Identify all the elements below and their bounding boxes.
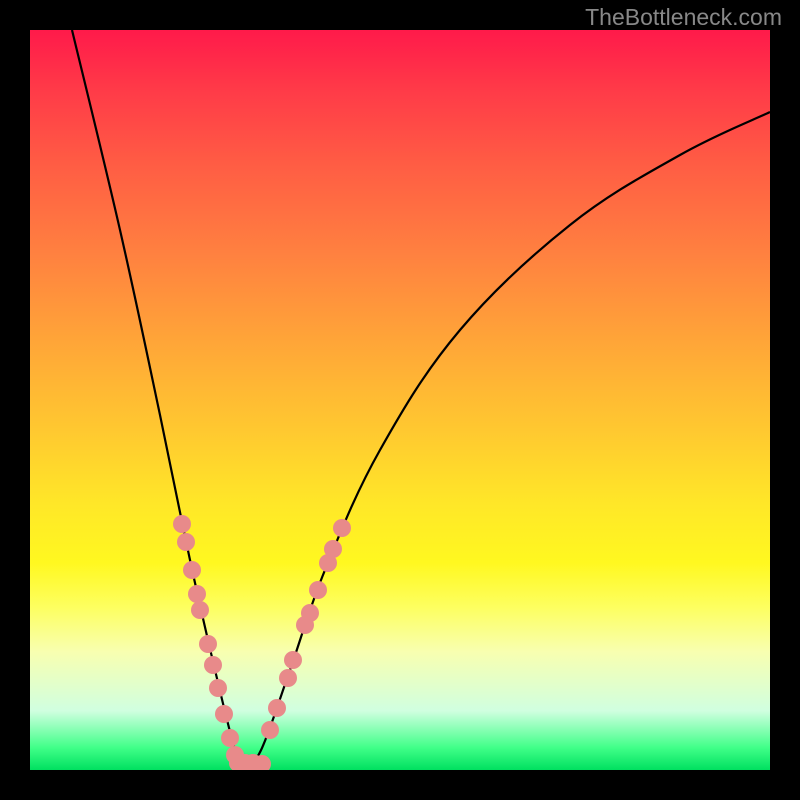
data-marker <box>191 601 209 619</box>
bottleneck-curve <box>30 30 770 770</box>
watermark-text: TheBottleneck.com <box>585 4 782 31</box>
data-marker <box>183 561 201 579</box>
data-marker <box>199 635 217 653</box>
data-marker <box>333 519 351 537</box>
data-marker <box>261 721 279 739</box>
data-marker <box>204 656 222 674</box>
data-marker <box>188 585 206 603</box>
data-marker <box>177 533 195 551</box>
data-marker <box>324 540 342 558</box>
data-marker <box>279 669 297 687</box>
data-marker <box>215 705 233 723</box>
data-marker <box>173 515 191 533</box>
data-marker <box>284 651 302 669</box>
data-marker <box>309 581 327 599</box>
data-marker <box>301 604 319 622</box>
data-marker <box>268 699 286 717</box>
data-marker <box>209 679 227 697</box>
data-marker <box>221 729 239 747</box>
curve-right-branch <box>245 112 770 770</box>
